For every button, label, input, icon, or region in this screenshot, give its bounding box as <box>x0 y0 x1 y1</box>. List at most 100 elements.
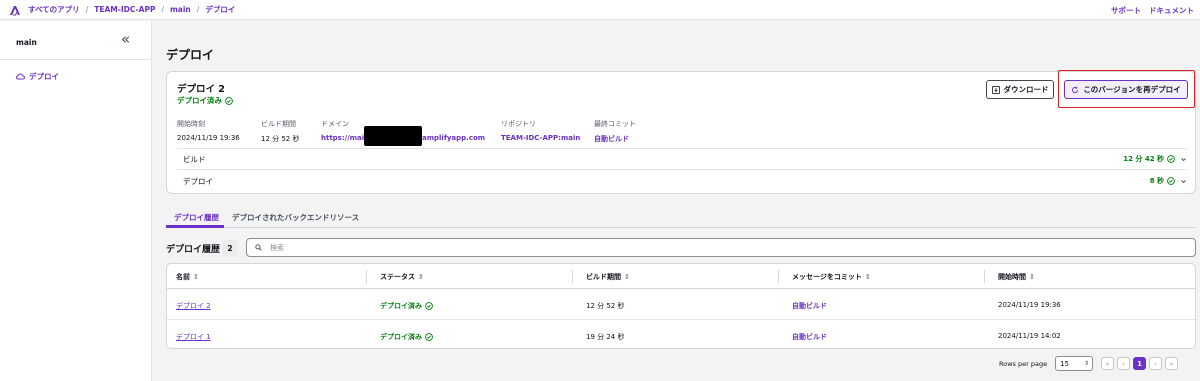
docs-link[interactable]: ドキュメント <box>1149 5 1194 16</box>
deployment-link[interactable]: デプロイ 2 <box>176 301 211 311</box>
tab-backend-resources[interactable]: デプロイされたバックエンドリソース <box>232 212 359 223</box>
search-placeholder: 検索 <box>270 243 284 252</box>
column-header-name[interactable]: 名前 ⇕ <box>176 272 199 282</box>
status-cell: デプロイ済み <box>380 332 433 342</box>
status-text: デプロイ済み <box>380 302 422 310</box>
column-divider <box>366 270 367 283</box>
chevron-down-icon[interactable] <box>1180 178 1187 185</box>
previous-page-button[interactable]: ‹ <box>1117 357 1131 370</box>
step-row-build[interactable]: ビルド 12 分 42 秒 <box>177 148 1187 170</box>
amplify-logo-icon[interactable] <box>8 3 22 17</box>
sidebar-header: main « <box>0 21 151 60</box>
redaction-block <box>364 126 422 146</box>
check-circle-icon <box>1167 177 1175 185</box>
active-tab-indicator <box>166 225 224 228</box>
check-circle-icon <box>225 96 233 105</box>
start-time-cell: 2024/11/19 14:02 <box>998 332 1061 340</box>
breadcrumb-branch[interactable]: main <box>170 5 191 14</box>
step-row-deploy[interactable]: デプロイ 8 秒 <box>177 170 1187 192</box>
search-input[interactable]: 検索 <box>246 238 1196 257</box>
sort-icon: ⇕ <box>418 273 424 281</box>
breadcrumb-current: デプロイ <box>205 5 236 14</box>
check-circle-icon <box>425 333 433 341</box>
top-bar: すべてのアプリ / TEAM-IDC-APP / main / デプロイ サポー… <box>0 0 1200 20</box>
breadcrumb-separator: / <box>161 5 164 14</box>
column-header-start-time[interactable]: 開始時間 ⇕ <box>998 272 1035 282</box>
status-text: デプロイ済み <box>380 333 422 341</box>
column-label: ステータス <box>380 273 415 281</box>
column-label: ビルド期間 <box>586 273 621 281</box>
sort-icon: ⇕ <box>193 273 199 281</box>
first-page-button[interactable]: « <box>1101 357 1115 370</box>
collapse-sidebar-icon[interactable]: « <box>121 32 130 47</box>
meta-label: 最終コミット <box>594 120 636 128</box>
sidebar-item-deploy[interactable]: デプロイ <box>16 71 59 82</box>
sidebar-title: main <box>16 38 37 47</box>
table-row: デプロイ 2 デプロイ済み 12 分 52 秒 自動ビルド 2024/11/19… <box>167 290 1195 320</box>
breadcrumb-separator: / <box>196 5 200 14</box>
breadcrumb-app[interactable]: TEAM-IDC-APP <box>94 5 155 14</box>
meta-build-duration: ビルド期間 12 分 52 秒 <box>261 119 300 144</box>
history-title: デプロイ履歴 <box>166 245 221 255</box>
meta-label: リポジトリ <box>501 120 536 128</box>
stepper-icon: ⇕ <box>1084 360 1090 367</box>
page-title: デプロイ <box>166 48 215 62</box>
step-time: 8 秒 <box>1150 176 1187 186</box>
deployment-title: デプロイ 2 <box>177 84 225 95</box>
column-divider <box>984 270 985 283</box>
cloud-icon <box>16 73 25 80</box>
check-circle-icon <box>425 302 433 310</box>
support-link[interactable]: サポート <box>1111 5 1141 16</box>
refresh-icon <box>1072 86 1079 93</box>
meta-value: 2024/11/19 19:36 <box>177 134 240 142</box>
column-divider <box>778 270 779 283</box>
column-header-commit-message[interactable]: メッセージをコミット ⇕ <box>792 272 871 282</box>
commit-message-link[interactable]: 自動ビルド <box>792 332 827 342</box>
redeploy-button[interactable]: このバージョンを再デプロイ <box>1064 80 1188 99</box>
column-header-status[interactable]: ステータス ⇕ <box>380 272 424 282</box>
duration-cell: 19 分 24 秒 <box>586 333 625 341</box>
step-time: 12 分 42 秒 <box>1123 154 1187 164</box>
deployment-status: デプロイ済み <box>177 95 233 106</box>
last-page-button[interactable]: » <box>1165 357 1179 370</box>
search-icon <box>255 244 262 251</box>
download-icon <box>991 85 1000 94</box>
meta-repository: リポジトリ TEAM-IDC-APP:main <box>501 119 580 142</box>
redeploy-label: このバージョンを再デプロイ <box>1083 85 1181 94</box>
breadcrumb-all-apps[interactable]: すべてのアプリ <box>28 4 80 15</box>
page-number-button[interactable]: 1 <box>1133 357 1147 370</box>
sort-icon: ⇕ <box>1029 273 1035 281</box>
step-duration: 8 秒 <box>1149 177 1164 185</box>
column-header-duration[interactable]: ビルド期間 ⇕ <box>586 272 630 282</box>
commit-message-link[interactable]: 自動ビルド <box>792 301 827 311</box>
deployment-link[interactable]: デプロイ 1 <box>176 332 211 342</box>
history-table: 名前 ⇕ ステータス ⇕ ビルド期間 ⇕ メッセージをコミット ⇕ 開始時間 ⇕ デプロイ… <box>166 263 1196 349</box>
column-label: 名前 <box>176 273 190 281</box>
column-label: メッセージをコミット <box>792 273 862 281</box>
repository-link[interactable]: TEAM-IDC-APP:main <box>501 134 580 142</box>
meta-label: ビルド期間 <box>261 120 296 128</box>
tab-deploy-history[interactable]: デプロイ履歴 <box>174 212 219 223</box>
rows-per-page-label: Rows per page <box>999 359 1048 368</box>
start-time-cell: 2024/11/19 19:36 <box>998 301 1061 309</box>
step-name: デプロイ <box>183 176 213 186</box>
column-label: 開始時間 <box>998 273 1026 281</box>
download-button[interactable]: ダウンロード <box>986 80 1054 99</box>
status-text: デプロイ済み <box>177 96 222 105</box>
pagination: Rows per page 15 ⇕ « ‹ 1 › » <box>999 356 1181 371</box>
sidebar-item-label: デプロイ <box>29 72 59 81</box>
deployment-card: デプロイ 2 デプロイ済み ダウンロード このバージョンを再デプロイ 開始時刻 … <box>166 70 1196 194</box>
column-divider <box>572 270 573 283</box>
commit-link[interactable]: 自動ビルド <box>594 134 636 144</box>
next-page-button[interactable]: › <box>1149 357 1163 370</box>
meta-start-time: 開始時刻 2024/11/19 19:36 <box>177 119 240 142</box>
domain-prefix: https://main <box>321 134 370 142</box>
meta-value: 12 分 52 秒 <box>261 135 300 143</box>
table-row: デプロイ 1 デプロイ済み 19 分 24 秒 自動ビルド 2024/11/19… <box>167 321 1195 348</box>
status-cell: デプロイ済み <box>380 301 433 311</box>
breadcrumb-separator: / <box>85 5 89 14</box>
rows-per-page-select[interactable]: 15 ⇕ <box>1055 356 1094 371</box>
chevron-down-icon[interactable] <box>1180 156 1187 163</box>
step-duration: 12 分 42 秒 <box>1123 155 1164 163</box>
rows-per-page-value: 15 <box>1060 359 1069 368</box>
